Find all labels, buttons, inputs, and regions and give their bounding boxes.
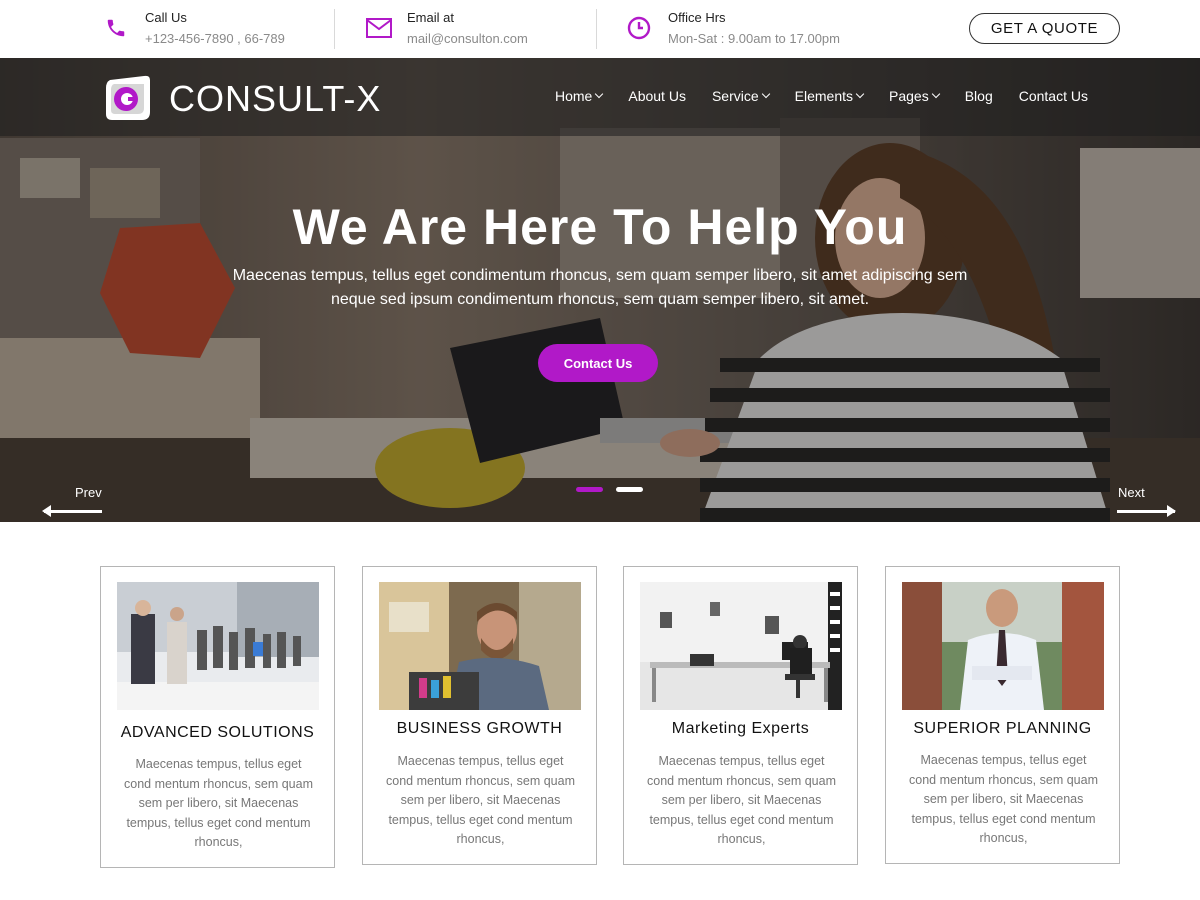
brand-name[interactable]: CONSULT-X [169, 78, 381, 120]
card-image-man-at-desk [379, 582, 581, 710]
nav-elements-label: Elements [794, 88, 853, 104]
prev-label: Prev [75, 485, 102, 500]
arrow-right-icon [1167, 505, 1176, 517]
chevron-down-icon [931, 89, 940, 99]
card-image-office-workspace [640, 582, 842, 710]
card-image-businessman [902, 582, 1104, 710]
office-hours-info: Office Hrs Mon-Sat : 9.00am to 17.00pm [0, 0, 900, 58]
get-a-quote-button[interactable]: GET A QUOTE [969, 13, 1120, 44]
card-title[interactable]: Marketing Experts [624, 720, 857, 738]
hero-heading: We Are Here To Help You [292, 199, 908, 255]
slider-dots [576, 487, 643, 492]
nav-contact-label: Contact Us [1018, 88, 1088, 104]
chevron-down-icon [595, 89, 604, 99]
slider-dot-2[interactable] [616, 487, 643, 492]
hero-contact-button[interactable]: Contact Us [538, 344, 658, 382]
nav-home[interactable]: Home [555, 88, 604, 104]
card-text: Maecenas tempus, tellus eget cond mentum… [386, 754, 575, 847]
arrow-line [44, 510, 102, 513]
service-card: SUPERIOR PLANNING Maecenas tempus, tellu… [885, 566, 1120, 864]
card-text: Maecenas tempus, tellus eget cond mentum… [124, 757, 313, 850]
nav-home-label: Home [555, 88, 593, 104]
chevron-down-icon [761, 89, 770, 99]
nav-elements[interactable]: Elements [794, 88, 865, 104]
clock-icon [626, 15, 652, 41]
hero-slider: CONSULT-X Home About Us Service Elements… [0, 58, 1200, 522]
card-text: Maecenas tempus, tellus eget cond mentum… [909, 753, 1098, 846]
card-title[interactable]: SUPERIOR PLANNING [886, 720, 1119, 738]
card-title[interactable]: ADVANCED SOLUTIONS [101, 724, 334, 742]
nav-about-us[interactable]: About Us [628, 88, 686, 104]
office-hours-value: Mon-Sat : 9.00am to 17.00pm [668, 31, 840, 46]
chevron-down-icon [855, 89, 865, 99]
card-image-business-people [117, 582, 319, 710]
service-card: ADVANCED SOLUTIONS Maecenas tempus, tell… [100, 566, 335, 868]
top-info-bar: Call Us +123-456-7890 , 66-789 Email at … [0, 0, 1200, 58]
card-title[interactable]: BUSINESS GROWTH [363, 720, 596, 738]
card-text: Maecenas tempus, tellus eget cond mentum… [647, 754, 836, 847]
next-label: Next [1118, 485, 1145, 500]
service-card: Marketing Experts Maecenas tempus, tellu… [623, 566, 858, 865]
slider-dot-1[interactable] [576, 487, 603, 492]
hero-description: Maecenas tempus, tellus eget condimentum… [232, 267, 968, 308]
nav-about-label: About Us [628, 88, 686, 104]
nav-pages[interactable]: Pages [889, 88, 940, 104]
nav-blog[interactable]: Blog [965, 88, 993, 104]
service-card: BUSINESS GROWTH Maecenas tempus, tellus … [362, 566, 597, 865]
nav-contact-us[interactable]: Contact Us [1019, 88, 1088, 104]
main-menu: Home About Us Service Elements Pages Blo… [555, 88, 1088, 104]
nav-pages-label: Pages [889, 88, 929, 104]
office-hours-title: Office Hrs [668, 10, 726, 25]
main-navbar: CONSULT-X Home About Us Service Elements… [0, 58, 1200, 136]
nav-blog-label: Blog [964, 88, 993, 104]
brand-logo-icon[interactable] [102, 74, 152, 122]
nav-service-label: Service [711, 88, 759, 104]
nav-service[interactable]: Service [711, 88, 770, 104]
